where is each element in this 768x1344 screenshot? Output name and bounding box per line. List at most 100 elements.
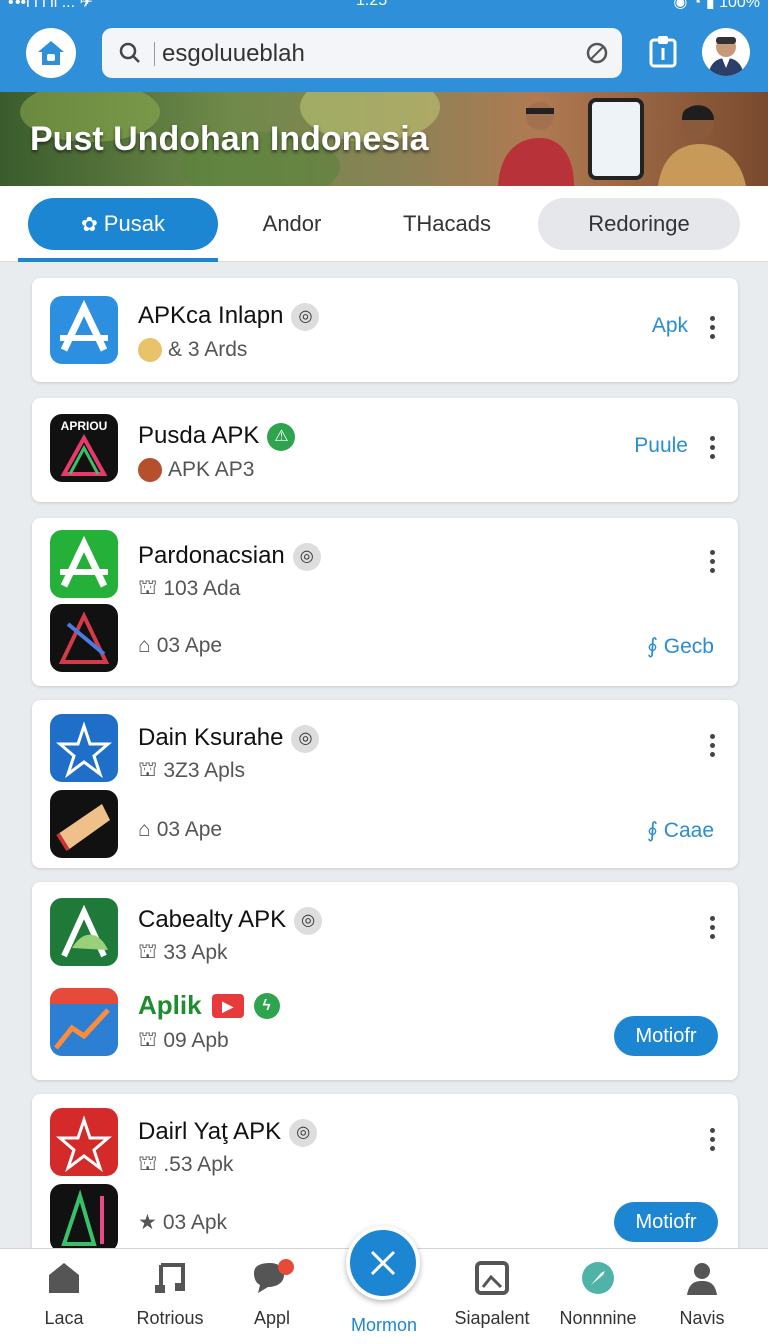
promo-banner[interactable]: Pust Undohan Indonesia (0, 92, 768, 186)
profile-icon (687, 1263, 717, 1295)
monitor-button[interactable]: Motiofr (614, 1016, 718, 1056)
nav-item-navis[interactable]: Navis (652, 1259, 752, 1329)
link-icon: ∮ (647, 819, 664, 842)
apps-icon: ⛫ (138, 940, 158, 963)
app-card[interactable]: APRIOU Pusda APK ⚠ APK AP3 Puule (32, 398, 738, 502)
app-card[interactable]: Dain Ksurahe ◎ ⛫ 3Z3 Apls ⌂ 03 Ape ∮ Caae (32, 700, 738, 868)
install-link[interactable]: Puule (634, 434, 688, 458)
more-options-icon[interactable] (710, 916, 716, 943)
nav-item-nonnnine[interactable]: Nonnnine (548, 1259, 648, 1329)
app-name: Pusda APK ⚠ (138, 422, 296, 451)
app-icon-dark (50, 604, 118, 672)
gear-icon: ✿ (81, 214, 98, 236)
app-card[interactable]: APKca Inlapn ◎ & 3 Ards Apk (32, 278, 738, 382)
banner-person-image (498, 102, 574, 186)
app-card[interactable]: Pardonacsian ◎ ⛫ 103 Ada ⌂ 03 Ape ∮ Gecb (32, 518, 738, 686)
monitor-button[interactable]: Motiofr (614, 1202, 718, 1242)
banner-phone-image (588, 98, 644, 180)
apps-icon: ⛫ (138, 576, 158, 599)
bolt-icon: ϟ (253, 992, 280, 1019)
home-icon (49, 1263, 79, 1293)
search-divider (154, 42, 155, 66)
action-link[interactable]: ∮ Caae (647, 818, 714, 843)
promo-label: Aplik ▶ ϟ (138, 990, 280, 1021)
app-meta: ⛫ 3Z3 Apls (138, 758, 246, 782)
verified-icon: ⚠ (267, 422, 296, 451)
tab-label: Pusak (103, 211, 165, 236)
app-icon-leaf (50, 898, 118, 966)
app-meta: ⛫ 09 Apb (138, 1028, 229, 1052)
explore-icon (582, 1262, 614, 1294)
tab-redoringe[interactable]: Redoringe (538, 198, 740, 250)
svg-text:APRIOU: APRIOU (61, 419, 108, 433)
app-card[interactable]: Cabealty APK ◎ ⛫ 33 Apk Aplik ▶ ϟ ⛫ 09 Apb Mo… (32, 882, 738, 1080)
avatar-image (708, 37, 744, 76)
gallery-icon (475, 1261, 509, 1295)
tab-label: Andor (262, 211, 322, 236)
more-options-icon[interactable] (710, 734, 716, 761)
tab-andor[interactable]: Andor (222, 198, 362, 250)
nav-item-rotrious[interactable]: Rotrious (120, 1259, 220, 1329)
banner-person-image (658, 105, 746, 186)
action-link[interactable]: ∮ Gecb (647, 634, 714, 659)
search-icon (119, 42, 140, 63)
chat-icon (254, 1259, 294, 1293)
music-icon (155, 1263, 185, 1293)
app-icon-slice (50, 790, 118, 858)
app-meta: ★ 03 Apk (138, 1210, 228, 1235)
status-bar: • ••l l l ll ... ✈ 1:25 ◉ ◔ ▮ 100% (0, 0, 768, 12)
tab-pusak[interactable]: ✿ Pusak (28, 198, 218, 250)
app-icon-red-star (50, 1108, 118, 1176)
verified-icon: ◎ (291, 302, 320, 331)
app-meta: ⌂ 03 Ape (138, 634, 223, 657)
app-icon-apriou: APRIOU (50, 414, 118, 482)
search-bar[interactable]: esgoluueblah (102, 28, 622, 78)
nav-label: Rotrious (136, 1308, 204, 1328)
clear-search-icon[interactable] (584, 40, 610, 66)
verified-icon: ◎ (294, 906, 323, 935)
app-name: Dairl Yaţ APK ◎ (138, 1118, 318, 1147)
close-fab-button[interactable] (346, 1226, 420, 1300)
nav-label: Navis (679, 1308, 725, 1328)
banner-title: Pust Undohan Indonesia (30, 120, 429, 158)
nav-item-mormon[interactable]: Mormon (334, 1309, 434, 1336)
install-link[interactable]: Apk (652, 314, 688, 338)
app-icon-triangle (50, 1184, 118, 1252)
video-play-icon: ▶ (211, 993, 244, 1018)
apps-icon: ⛫ (138, 1152, 158, 1175)
verified-icon: ◎ (289, 1118, 318, 1147)
app-meta: ⌂ 03 Ape (138, 818, 223, 841)
app-icon-star (50, 714, 118, 782)
active-tab-indicator (18, 258, 218, 262)
nav-label: Nonnnine (559, 1308, 637, 1328)
app-name: Dain Ksurahe ◎ (138, 724, 320, 753)
app-meta: ⛫ 103 Ada (138, 576, 241, 600)
app-meta: ⛫ .53 Apk (138, 1152, 234, 1176)
user-avatar[interactable] (702, 28, 750, 76)
app-name: Pardonacsian ◎ (138, 542, 321, 571)
more-options-icon[interactable] (710, 1128, 716, 1155)
star-icon: ★ (138, 1211, 157, 1234)
nav-item-appl[interactable]: Appl (222, 1259, 322, 1329)
app-name: APKca Inlapn ◎ (138, 302, 320, 331)
more-options-icon[interactable] (710, 316, 716, 343)
link-icon: ∮ (647, 635, 664, 658)
app-name: Cabealty APK ◎ (138, 906, 323, 935)
top-app-bar: • ••l l l ll ... ✈ 1:25 ◉ ◔ ▮ 100% esgol… (0, 0, 768, 92)
apps-icon: ⛫ (138, 1028, 158, 1051)
developer-icon (138, 338, 162, 362)
more-options-icon[interactable] (710, 436, 716, 463)
app-icon-green (50, 530, 118, 598)
nav-label: Mormon (350, 1315, 417, 1335)
status-time: 1:25 (356, 0, 388, 9)
nav-item-laca[interactable]: Laca (14, 1259, 114, 1329)
nav-item-siapalent[interactable]: Siapalent (442, 1259, 542, 1329)
home-small-icon: ⌂ (138, 634, 151, 657)
clipboard-icon[interactable] (648, 34, 678, 70)
category-tabs: ✿ Pusak Andor THacads Redoringe (0, 186, 768, 262)
tab-thacads[interactable]: THacads (372, 198, 522, 250)
more-options-icon[interactable] (710, 550, 716, 577)
search-input[interactable]: esgoluueblah (162, 40, 305, 68)
home-button[interactable] (26, 28, 76, 78)
verified-icon: ◎ (292, 542, 321, 571)
